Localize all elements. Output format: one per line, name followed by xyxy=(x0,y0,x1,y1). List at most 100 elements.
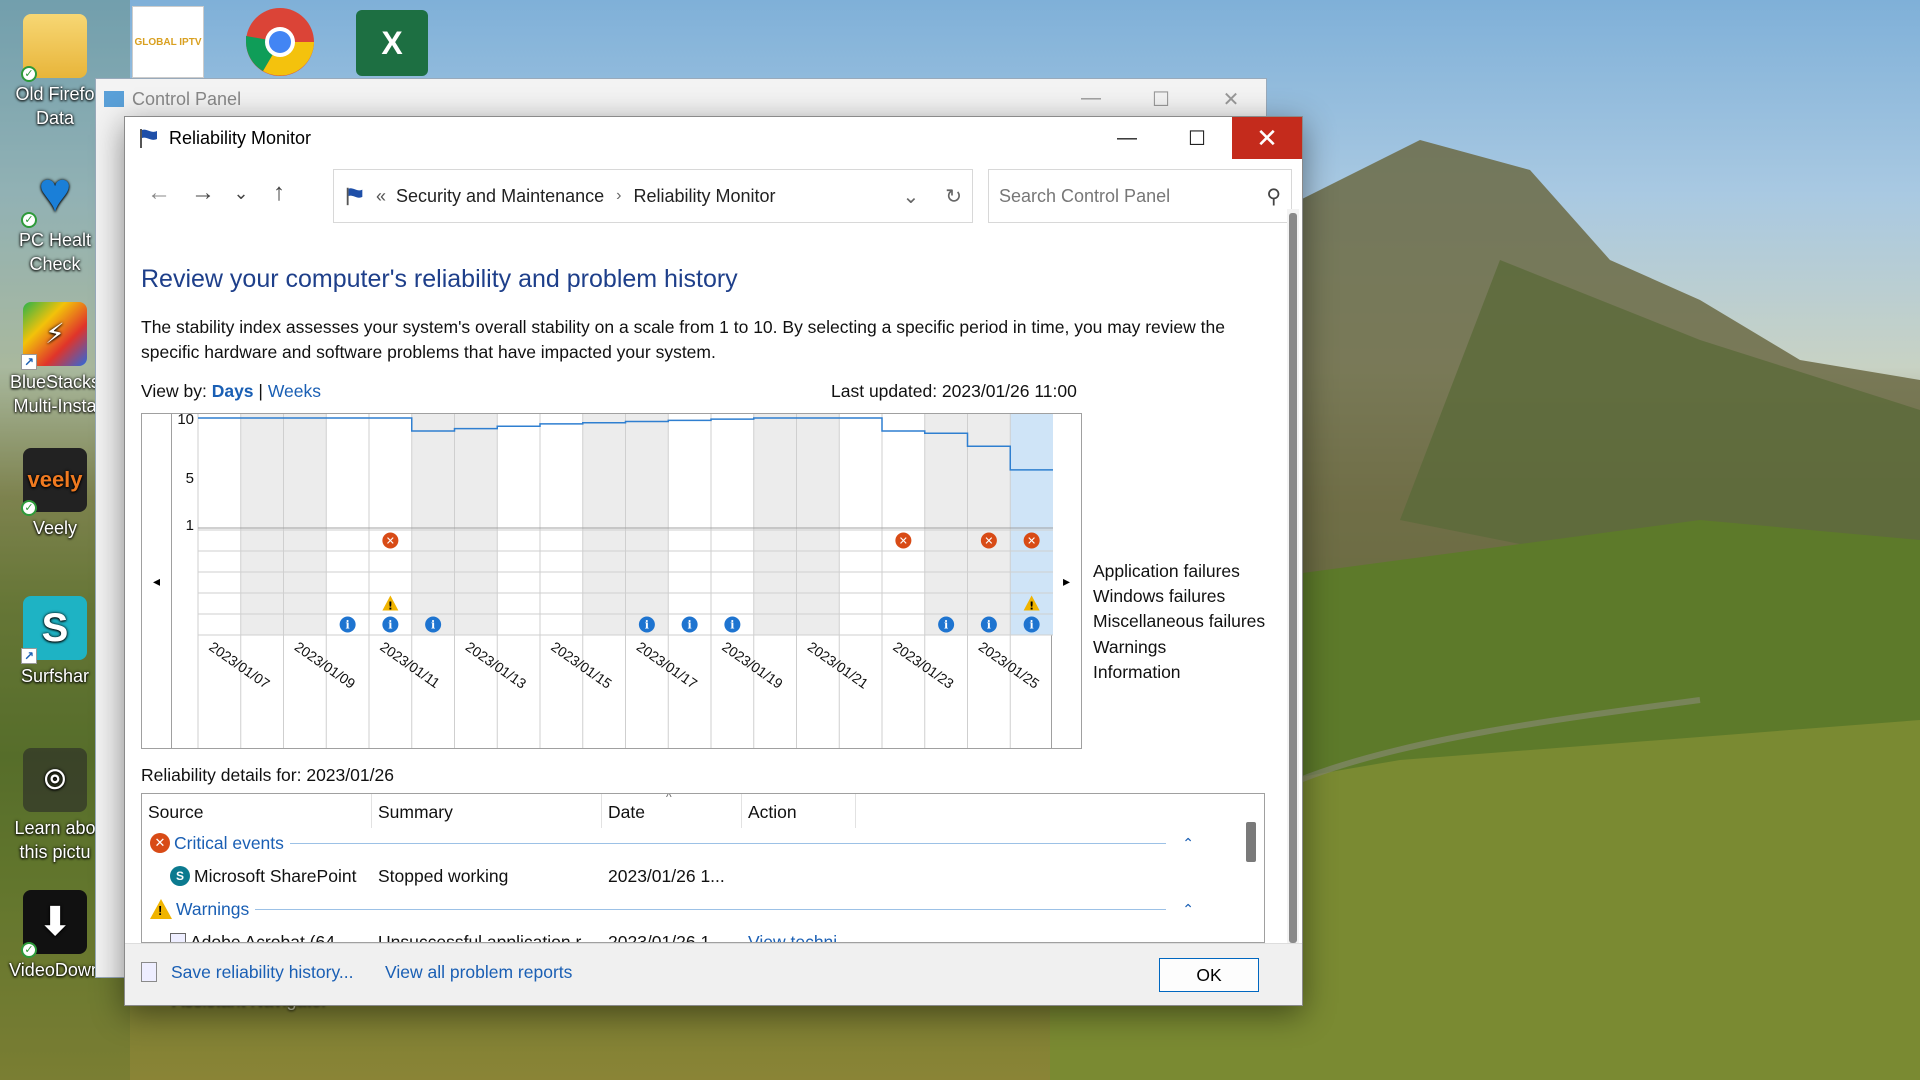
cell-date: 2023/01/26 1... xyxy=(608,865,725,886)
group-warnings[interactable]: ! Warnings ⌃ xyxy=(142,894,1226,924)
view-all-problem-reports-link[interactable]: View all problem reports xyxy=(385,962,572,983)
table-row[interactable]: Adobe Acrobat (64-... Unsuccessful appli… xyxy=(142,924,1264,943)
desktop-icon-veely[interactable]: veely ✓ Veely xyxy=(0,448,110,540)
desktop-icon-bluestacks[interactable]: ⚡ ↗ BlueStacks Multi-Insta xyxy=(0,302,110,418)
day-column[interactable] xyxy=(967,414,1011,635)
description-text: The stability index assesses your system… xyxy=(141,317,1225,362)
group-critical-events[interactable]: ✕ Critical events ⌃ xyxy=(142,828,1226,858)
window-scrollbar-thumb[interactable] xyxy=(1289,213,1297,943)
minimize-button[interactable]: — xyxy=(1056,87,1126,112)
desktop-icon-pc-health-check[interactable]: ♥ ✓ PC Healt Check xyxy=(0,160,110,276)
cell-date: 2023/01/26 1... xyxy=(608,931,725,943)
day-column[interactable] xyxy=(411,414,455,635)
day-column[interactable] xyxy=(326,414,369,635)
collapse-chevron-icon[interactable]: ⌃ xyxy=(1182,901,1194,918)
desktop-icon-label: PC Healt xyxy=(18,230,92,250)
x-tick-label: 2023/01/19 xyxy=(719,638,786,691)
save-reliability-history-link[interactable]: Save reliability history... xyxy=(171,962,354,983)
x-tick-label: 2023/01/11 xyxy=(377,638,443,691)
cell-summary: Stopped working xyxy=(378,865,509,886)
day-column[interactable] xyxy=(582,414,626,635)
table-scrollbar-thumb[interactable] xyxy=(1246,822,1256,862)
day-column[interactable] xyxy=(882,414,925,635)
column-date-label: Date xyxy=(608,802,645,822)
x-tick-label: 2023/01/23 xyxy=(890,638,957,691)
y-tick-label: 5 xyxy=(186,470,194,487)
desktop-icon-label: Surfshar xyxy=(20,666,90,686)
sharepoint-icon: S xyxy=(170,866,190,886)
desktop-icon-label: Old Firefo xyxy=(15,84,95,104)
desktop-icon-label: Veely xyxy=(32,518,78,538)
error-icon-glyph: ✕ xyxy=(899,535,908,548)
desktop-icon-chrome[interactable] xyxy=(244,6,316,78)
x-tick-label: 2023/01/13 xyxy=(463,638,530,691)
control-panel-icon xyxy=(104,91,124,107)
day-column[interactable] xyxy=(198,414,241,635)
group-divider xyxy=(255,908,1167,910)
cell-action-link[interactable]: View techni... xyxy=(742,932,852,943)
excel-icon: X xyxy=(381,24,403,61)
day-column[interactable] xyxy=(924,414,968,635)
view-days-link[interactable]: Days xyxy=(212,381,254,401)
desktop-icon-old-firefox-data[interactable]: ✓ Old Firefo Data xyxy=(0,14,110,130)
day-column[interactable] xyxy=(625,414,669,635)
desktop-icon-surfshark[interactable]: S ↗ Surfshar xyxy=(0,596,110,688)
collapse-chevron-icon[interactable]: ⌃ xyxy=(1182,835,1194,852)
chart-plot[interactable]: 10 5 1 ✕ ✕ ✕ ✕! ! i i i i i i i i i 2023/01/07 2023/01/09 2… xyxy=(142,414,1083,748)
reliability-monitor-window: Reliability Monitor — ☐ ✕ ← → ⌄ ↑ « Secu… xyxy=(124,116,1303,1006)
day-column[interactable] xyxy=(497,414,540,635)
table-row[interactable]: S Microsoft SharePoint Stopped working 20… xyxy=(142,858,1264,894)
view-by: View by: Days | Weeks xyxy=(141,381,321,402)
last-updated: Last updated: 2023/01/26 11:00 xyxy=(831,381,1077,401)
table-header: Source Summary Date ^ Action xyxy=(142,794,1264,828)
day-column[interactable] xyxy=(796,414,840,635)
day-column[interactable] xyxy=(711,414,754,635)
legend-information: Information xyxy=(1093,661,1181,682)
x-tick-label: 2023/01/17 xyxy=(634,638,701,691)
information-icon-glyph: i xyxy=(431,619,435,632)
legend-windows-failures: Windows failures xyxy=(1093,586,1226,607)
day-column[interactable] xyxy=(839,414,882,635)
column-source[interactable]: Source xyxy=(142,794,372,828)
details-table: Source Summary Date ^ Action ✕ Critical e… xyxy=(141,793,1265,943)
desktop-icon-learn-about-picture[interactable]: ⌾ Learn abo this pictu xyxy=(0,748,110,864)
desktop-icon-excel[interactable]: X xyxy=(356,10,428,76)
maximize-button[interactable]: ☐ xyxy=(1126,87,1196,112)
sort-ascending-icon: ^ xyxy=(666,793,672,804)
day-column[interactable] xyxy=(283,414,327,635)
view-by-label: View by: xyxy=(141,381,207,401)
close-button[interactable]: ✕ xyxy=(1196,87,1266,112)
group-label: Critical events xyxy=(174,832,284,853)
day-column[interactable] xyxy=(540,414,583,635)
x-tick-label: 2023/01/09 xyxy=(292,638,359,691)
chrome-icon xyxy=(246,8,314,76)
window-scrollbar[interactable] xyxy=(1287,209,1299,947)
control-panel-titlebar: Control Panel — ☐ ✕ xyxy=(96,79,1266,119)
desktop-icon-label: Multi-Insta xyxy=(13,396,97,416)
day-column[interactable] xyxy=(753,414,797,635)
day-column[interactable] xyxy=(240,414,284,635)
view-weeks-link[interactable]: Weeks xyxy=(268,381,321,401)
warning-icon: ! xyxy=(150,899,172,919)
day-column[interactable] xyxy=(454,414,498,635)
column-date[interactable]: Date ^ xyxy=(602,794,742,828)
group-divider xyxy=(289,842,1167,844)
camera-icon: ⌾ xyxy=(23,748,87,812)
desktop-icon-videodownloader[interactable]: ⬇ ✓ VideoDown xyxy=(0,890,110,982)
column-action[interactable]: Action xyxy=(742,794,856,828)
legend-warnings: Warnings xyxy=(1093,636,1167,657)
desktop-icon-global-iptv[interactable]: GLOBAL IPTV xyxy=(132,6,204,78)
veely-icon: veely ✓ xyxy=(21,448,87,516)
column-summary[interactable]: Summary xyxy=(372,794,602,828)
day-column[interactable] xyxy=(668,414,711,635)
page-title: Review your computer's reliability and p… xyxy=(141,265,738,293)
information-icon-glyph: i xyxy=(1030,619,1034,632)
cell-source: Adobe Acrobat (64-... xyxy=(142,932,372,942)
x-tick-label: 2023/01/07 xyxy=(206,638,273,691)
save-document-icon xyxy=(141,962,157,982)
ok-button[interactable]: OK xyxy=(1159,958,1259,992)
information-icon-glyph: i xyxy=(944,619,948,632)
bluestacks-icon: ⚡ ↗ xyxy=(21,302,87,370)
reliability-chart[interactable]: ◂ ▸ 10 5 1 ✕ ✕ ✕ ✕!! i i i i i i i i i 2023/01/07 2023/01… xyxy=(141,413,1082,749)
footer-bar: Save reliability history... View all pro… xyxy=(125,943,1302,1005)
